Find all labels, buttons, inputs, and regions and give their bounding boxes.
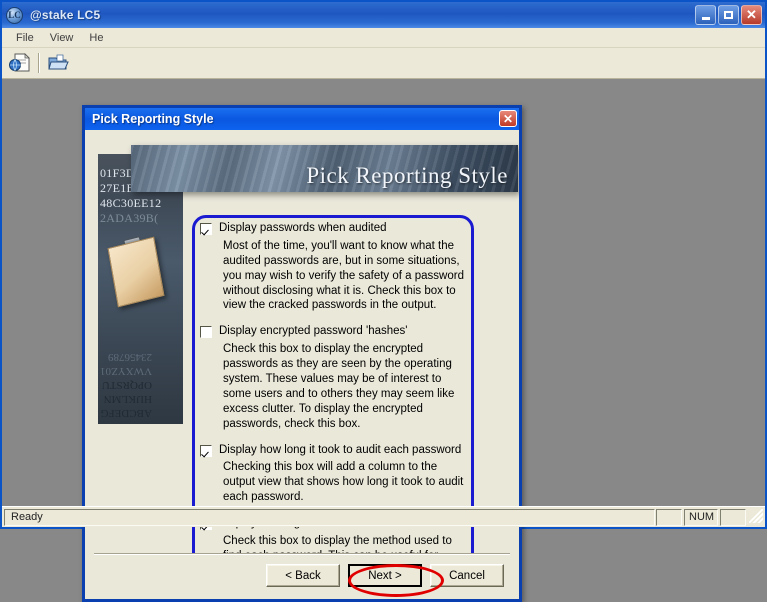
status-bar: Ready NUM: [2, 506, 765, 527]
menu-item-help[interactable]: He: [81, 30, 111, 46]
window-controls: ✕: [695, 5, 762, 25]
lc-logo-icon: LC: [6, 6, 23, 24]
resize-grip-icon[interactable]: [749, 509, 763, 523]
checkbox-display-hashes[interactable]: [200, 326, 212, 339]
alpha-line-4: VWXYZ01: [100, 365, 152, 377]
hex-line-4: 2ADA39B(: [100, 211, 159, 225]
status-pane-3: [720, 508, 746, 526]
maximize-icon: [724, 11, 733, 19]
toolbar: [2, 48, 765, 79]
checkbox-display-passwords[interactable]: [200, 223, 212, 235]
option-row-display-audit-time[interactable]: Display how long it took to audit each p…: [199, 443, 467, 458]
hex-line-3: 48C30EE12: [100, 196, 162, 210]
alpha-line-5: 23456789: [107, 351, 152, 363]
maximize-button[interactable]: [718, 5, 739, 25]
footer-separator: [94, 553, 510, 555]
app-title: @stake LC5: [30, 8, 101, 22]
option-label: Display how long it took to audit each p…: [219, 443, 462, 456]
dialog-buttons: < Back Next > Cancel: [266, 564, 504, 597]
open-session-button[interactable]: [45, 51, 71, 76]
checkbox-display-audit-time[interactable]: [200, 444, 212, 457]
option-description: Check this box to display the method use…: [223, 535, 452, 553]
dialog-title-bar: Pick Reporting Style ✕: [85, 108, 519, 130]
menu-item-view[interactable]: View: [42, 30, 82, 46]
option-description: Checking this box will add a column to t…: [223, 461, 464, 504]
option-description: Check this box to display the encrypted …: [223, 343, 455, 430]
cancel-button[interactable]: Cancel: [430, 564, 504, 587]
option-label: Display encrypted password 'hashes': [219, 325, 408, 338]
open-folder-icon: [48, 54, 69, 70]
status-pane-num: NUM: [684, 508, 718, 526]
wizard-artwork: 01F3D 27E1BA8D 48C30EE12 2ADA39B( ABCDEF…: [98, 154, 183, 424]
alpha-line-3: OPQRSTU: [101, 379, 152, 391]
status-pane-1: [656, 508, 682, 526]
new-session-icon: [9, 53, 30, 72]
wizard-banner-title: Pick Reporting Style: [306, 163, 508, 188]
option-row-display-hashes[interactable]: Display encrypted password 'hashes': [199, 324, 467, 339]
client-area: Pick Reporting Style ✕ 01F3D 27E1BA8D 48…: [2, 79, 765, 602]
close-icon: ✕: [746, 7, 757, 22]
close-icon: ✕: [502, 111, 514, 126]
status-message: Ready: [4, 508, 655, 526]
option-description: Most of the time, you'll want to know wh…: [223, 239, 464, 312]
reporting-options-list: Display passwords when audited Most of t…: [199, 221, 467, 553]
reporting-options-region: Display passwords when audited Most of t…: [192, 215, 474, 553]
clipboard-image: [107, 236, 165, 308]
application-window: LC @stake LC5 ✕ File View He Pick Report…: [0, 0, 767, 602]
dialog-title: Pick Reporting Style: [92, 112, 214, 126]
next-button[interactable]: Next >: [348, 564, 422, 587]
alpha-line-1: ABCDEFG: [100, 407, 152, 419]
option-row-display-passwords[interactable]: Display passwords when audited: [199, 221, 467, 236]
dialog-close-button[interactable]: ✕: [499, 110, 517, 127]
alphabet-text: ABCDEFG HIJKLMN OPQRSTU VWXYZ01 23456789: [100, 350, 152, 420]
app-title-bar: LC @stake LC5 ✕: [2, 2, 765, 28]
dialog-footer: < Back Next > Cancel: [85, 553, 519, 599]
close-button[interactable]: ✕: [741, 5, 762, 25]
pick-reporting-style-dialog: Pick Reporting Style ✕ 01F3D 27E1BA8D 48…: [82, 105, 522, 602]
minimize-button[interactable]: [695, 5, 716, 25]
alpha-line-2: HIJKLMN: [103, 393, 152, 405]
wizard-banner: Pick Reporting Style: [131, 145, 518, 192]
menu-item-file[interactable]: File: [8, 30, 42, 46]
menu-bar: File View He: [2, 28, 765, 48]
back-button[interactable]: < Back: [266, 564, 340, 587]
dialog-body: 01F3D 27E1BA8D 48C30EE12 2ADA39B( ABCDEF…: [85, 130, 519, 553]
new-session-button[interactable]: [7, 51, 33, 76]
toolbar-separator: [38, 53, 40, 73]
next-button-wrapper: Next >: [348, 564, 444, 597]
option-label: Display passwords when audited: [219, 222, 387, 234]
minimize-icon: [701, 16, 710, 20]
